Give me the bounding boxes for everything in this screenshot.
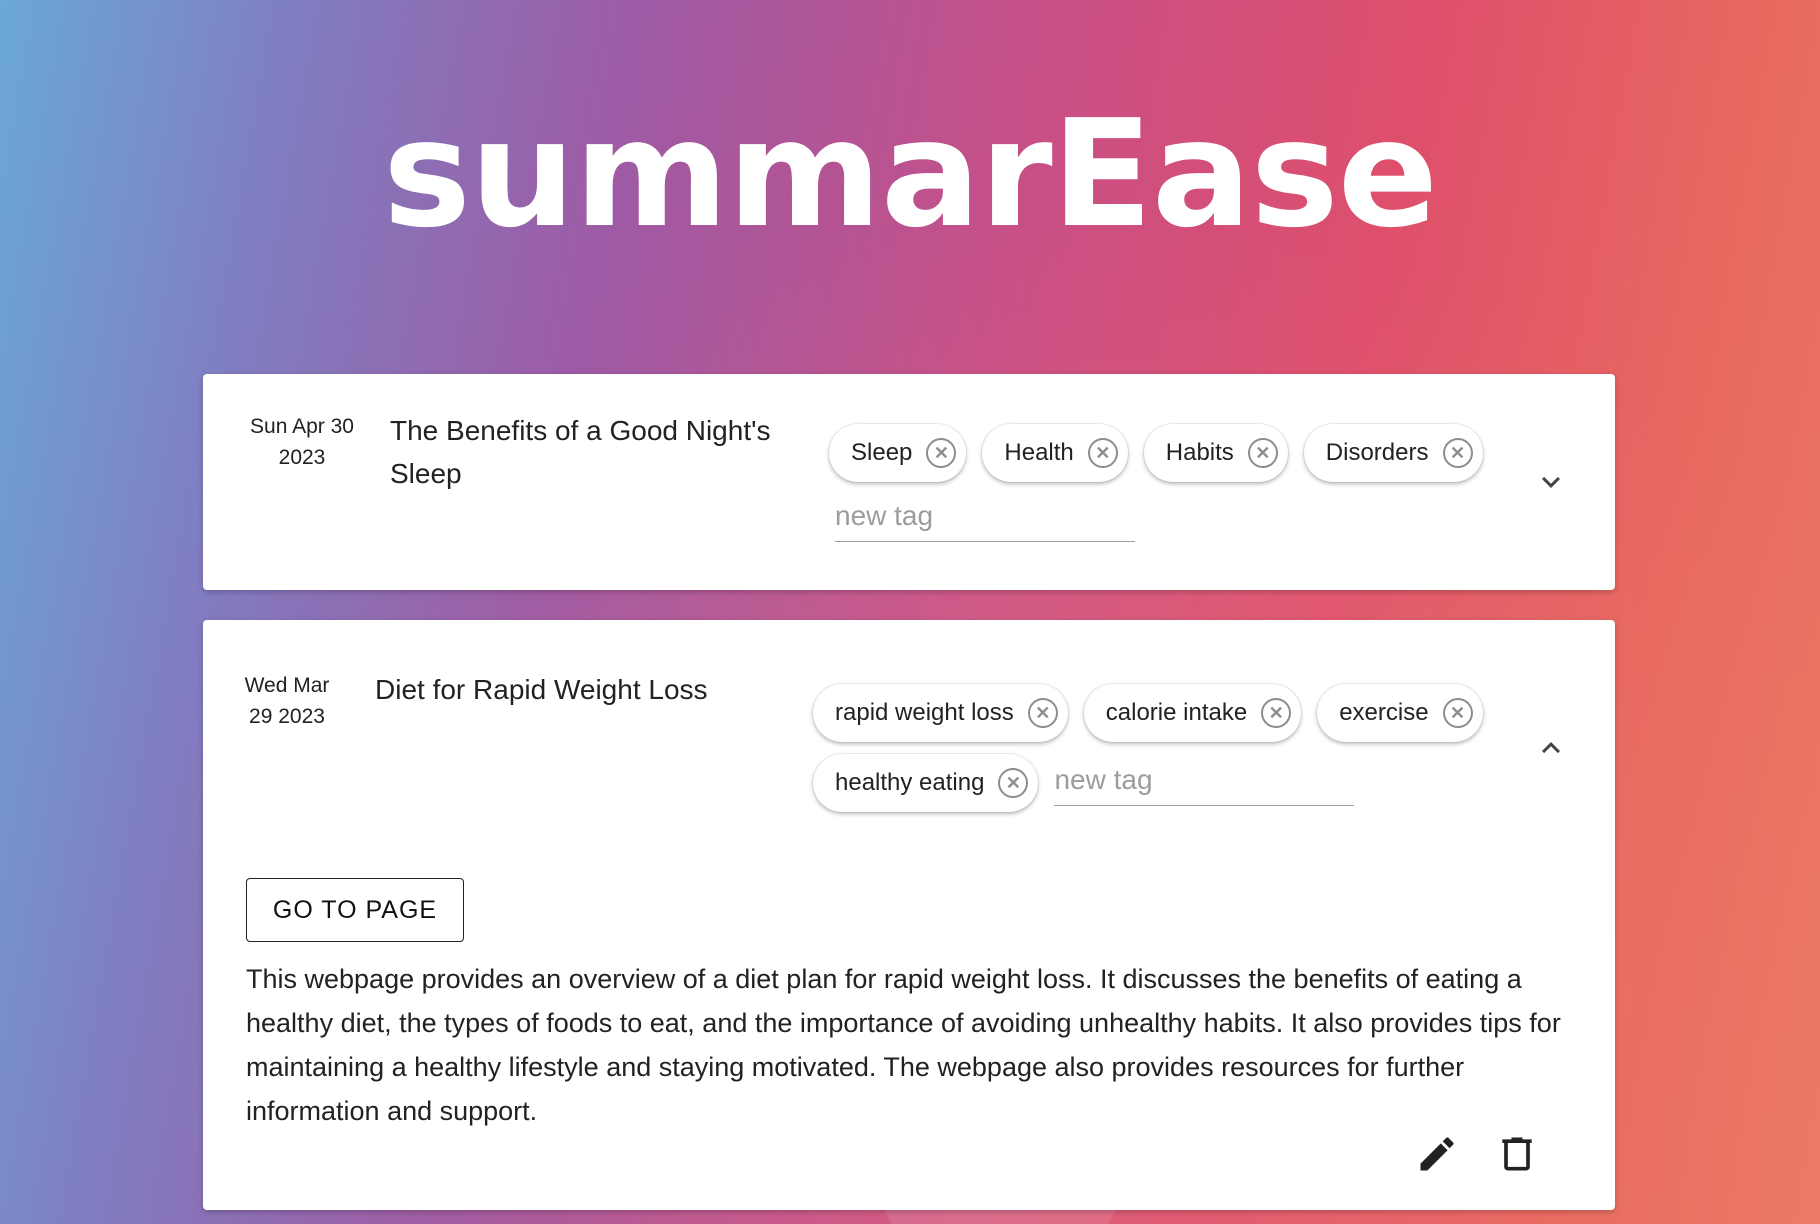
new-tag-input[interactable] bbox=[1054, 760, 1355, 806]
tag-label: Health bbox=[1004, 439, 1074, 466]
entry-summary: This webpage provides an overview of a d… bbox=[246, 964, 1561, 1126]
tag-chip[interactable]: rapid weight loss ✕ bbox=[813, 684, 1068, 742]
entry-title: Diet for Rapid Weight Loss bbox=[375, 674, 708, 705]
tag-chip[interactable]: Health ✕ bbox=[982, 424, 1128, 482]
tag-label: Disorders bbox=[1325, 439, 1429, 466]
tag-label: healthy eating bbox=[835, 769, 985, 796]
tag-label: exercise bbox=[1339, 699, 1429, 726]
tag-chip[interactable]: exercise ✕ bbox=[1317, 684, 1483, 742]
tag-list: rapid weight loss ✕ calorie intake ✕ exerc… bbox=[813, 684, 1513, 812]
tag-label: calorie intake bbox=[1105, 699, 1248, 726]
entry-card: Sun Apr 30 2023 The Benefits of a Good N… bbox=[203, 374, 1615, 590]
new-tag-input[interactable] bbox=[835, 496, 1135, 542]
entry-date: Wed Mar 29 2023 bbox=[229, 670, 345, 732]
remove-tag-icon[interactable]: ✕ bbox=[1261, 698, 1292, 728]
remove-tag-icon[interactable]: ✕ bbox=[998, 768, 1029, 798]
entry-date-line1: Sun Apr 30 bbox=[250, 415, 354, 438]
pencil-icon[interactable] bbox=[1415, 1132, 1459, 1176]
tag-label: Habits bbox=[1165, 439, 1234, 466]
tag-chip[interactable]: Disorders ✕ bbox=[1303, 424, 1483, 482]
entry-title: The Benefits of a Good Night's Sleep bbox=[390, 415, 771, 489]
remove-tag-icon[interactable]: ✕ bbox=[1442, 438, 1473, 468]
tag-chip[interactable]: calorie intake ✕ bbox=[1083, 684, 1302, 742]
go-to-page-button[interactable]: GO TO PAGE bbox=[246, 878, 464, 942]
chevron-up-icon[interactable] bbox=[1533, 730, 1569, 766]
tag-label: Sleep bbox=[851, 439, 913, 466]
remove-tag-icon[interactable]: ✕ bbox=[1027, 698, 1058, 728]
tag-list: Sleep ✕ Health ✕ Habits ✕ Disorders ✕ bbox=[829, 424, 1509, 542]
tag-label: rapid weight loss bbox=[835, 699, 1014, 726]
entry-date: Sun Apr 30 2023 bbox=[237, 411, 367, 473]
entry-date-line2: 2023 bbox=[278, 446, 326, 469]
trash-icon[interactable] bbox=[1495, 1132, 1539, 1176]
remove-tag-icon[interactable]: ✕ bbox=[1247, 438, 1278, 468]
entry-date-line2: 29 2023 bbox=[249, 705, 325, 728]
tag-chip[interactable]: Sleep ✕ bbox=[829, 424, 967, 482]
chevron-down-icon[interactable] bbox=[1533, 464, 1569, 500]
remove-tag-icon[interactable]: ✕ bbox=[1442, 698, 1473, 728]
remove-tag-icon[interactable]: ✕ bbox=[926, 438, 957, 468]
tag-chip[interactable]: Habits ✕ bbox=[1143, 424, 1288, 482]
remove-tag-icon[interactable]: ✕ bbox=[1087, 438, 1118, 468]
app-title: summarEase bbox=[382, 88, 1438, 260]
entry-date-line1: Wed Mar bbox=[244, 674, 330, 697]
entry-card: Wed Mar 29 2023 Diet for Rapid Weight Lo… bbox=[203, 620, 1615, 1210]
tag-chip[interactable]: healthy eating ✕ bbox=[813, 754, 1039, 812]
